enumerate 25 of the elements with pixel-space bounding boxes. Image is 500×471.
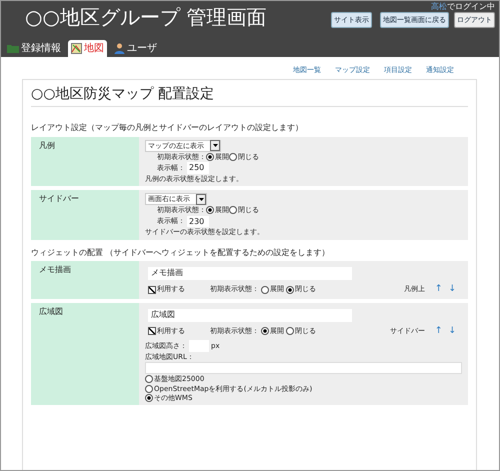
row-label: サイドバー: [31, 190, 139, 240]
page-title: ○○地区防災マップ 配置設定: [31, 80, 468, 108]
move-down-link[interactable]: ↓: [448, 284, 456, 295]
move-down-link[interactable]: ↓: [448, 326, 456, 337]
section-heading: ウィジェットの配置 （サイドバーへウィジェットを配置するための設定をします）: [31, 246, 331, 259]
app-title: ○○地区グループ 管理画面: [25, 5, 266, 29]
section-heading: レイアウト設定（マップ毎の凡例とサイドバーのレイアウトの設定します）: [31, 122, 304, 134]
row-label: メモ描画: [31, 261, 139, 299]
move-up-link[interactable]: ↑: [434, 326, 442, 337]
url-input[interactable]: [145, 362, 462, 374]
user-icon: [114, 43, 125, 54]
width-input[interactable]: 230: [187, 216, 209, 228]
tab[interactable]: ユーザ: [111, 40, 160, 57]
move-up-link[interactable]: ↑: [434, 284, 442, 295]
row-label: 広域図: [31, 302, 139, 406]
user-link[interactable]: 高松: [431, 2, 447, 11]
width-input[interactable]: 250: [187, 162, 209, 174]
tab[interactable]: 地図: [68, 40, 107, 57]
name-input[interactable]: 広域図: [148, 308, 352, 322]
name-input[interactable]: メモ描画: [148, 267, 352, 280]
tab[interactable]: 登録情報: [4, 40, 64, 57]
login-status: でログイン中: [447, 2, 495, 11]
folder-icon: [7, 44, 19, 53]
map-icon: [71, 43, 82, 54]
row-label: 凡例: [31, 136, 139, 186]
